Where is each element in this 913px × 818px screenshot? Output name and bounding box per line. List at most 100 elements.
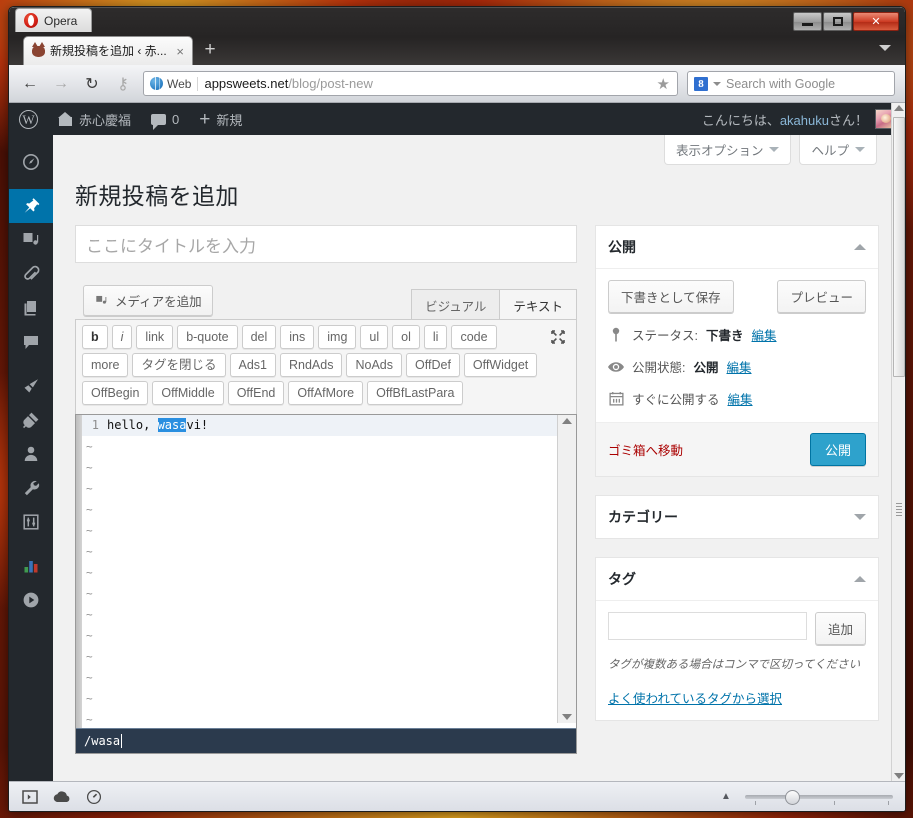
- qt-button-b[interactable]: b: [82, 325, 108, 349]
- sidebar-item-comments[interactable]: [9, 325, 53, 359]
- add-tag-button[interactable]: 追加: [815, 612, 866, 645]
- web-badge[interactable]: Web: [150, 77, 198, 91]
- sidebar-item-users[interactable]: [9, 437, 53, 471]
- qt-button-b-quote[interactable]: b-quote: [177, 325, 237, 349]
- scroll-down-icon[interactable]: [562, 714, 572, 720]
- publish-button[interactable]: 公開: [810, 433, 866, 466]
- qt-button-offmiddle[interactable]: OffMiddle: [152, 381, 223, 405]
- scrollbar-thumb[interactable]: [893, 117, 905, 377]
- sidebar-item-dashboard[interactable]: [9, 145, 53, 179]
- tab-text[interactable]: テキスト: [499, 289, 577, 323]
- qt-button-close-tags[interactable]: タグを閉じる: [132, 353, 225, 377]
- maximize-button[interactable]: [823, 12, 852, 31]
- collapse-icon[interactable]: ▲: [717, 788, 735, 806]
- chevron-up-icon[interactable]: [854, 576, 866, 582]
- help-button[interactable]: ヘルプ: [799, 135, 877, 165]
- sidebar-item-tools[interactable]: [9, 471, 53, 505]
- qt-button-ul[interactable]: ul: [360, 325, 388, 349]
- qt-button-offend[interactable]: OffEnd: [228, 381, 285, 405]
- sidebar-item-plugins[interactable]: [9, 403, 53, 437]
- qt-button-offbegin[interactable]: OffBegin: [82, 381, 148, 405]
- sidebar-item-player[interactable]: [9, 583, 53, 617]
- editor-mode-tabs: ビジュアル テキスト: [412, 289, 577, 323]
- qt-button-i[interactable]: i: [112, 325, 133, 349]
- wasavi-text-area[interactable]: 1 hello, wasavi! ~ ~ ~ ~ ~ ~ ~ ~ ~: [82, 415, 557, 723]
- zoom-slider-thumb[interactable]: [785, 790, 800, 805]
- qt-button-offbflastpara[interactable]: OffBfLastPara: [367, 381, 463, 405]
- sidebar-item-posts[interactable]: [9, 189, 53, 223]
- sidebar-item-pages[interactable]: [9, 291, 53, 325]
- reload-icon[interactable]: ↻: [81, 73, 103, 95]
- new-content-menu[interactable]: + 新規: [189, 103, 252, 135]
- scroll-down-icon[interactable]: [894, 773, 904, 779]
- close-button[interactable]: ✕: [853, 12, 899, 31]
- cloud-icon[interactable]: [53, 788, 71, 806]
- panel-toggle-icon[interactable]: [21, 788, 39, 806]
- new-tag-input[interactable]: [608, 612, 807, 640]
- qt-button-code[interactable]: code: [451, 325, 496, 349]
- move-to-trash-link[interactable]: ゴミ箱へ移動: [608, 440, 683, 459]
- bookmark-star-icon[interactable]: ★: [654, 75, 673, 93]
- qt-button-ads1[interactable]: Ads1: [230, 353, 277, 377]
- qt-button-del[interactable]: del: [242, 325, 277, 349]
- address-bar[interactable]: Web appsweets.net/blog/post-new ★: [143, 71, 678, 96]
- publish-box-header[interactable]: 公開: [596, 226, 878, 269]
- qt-button-ins[interactable]: ins: [280, 325, 314, 349]
- post-title-input[interactable]: ここにタイトルを入力: [75, 225, 577, 263]
- tab-list-dropdown-icon[interactable]: [879, 45, 891, 51]
- tag-cloud-link[interactable]: よく使われているタグから選択: [608, 688, 782, 707]
- sidebar-item-settings[interactable]: [9, 505, 53, 539]
- qt-button-more[interactable]: more: [82, 353, 128, 377]
- forward-icon[interactable]: →: [50, 73, 72, 95]
- visibility-edit-link[interactable]: 編集: [727, 357, 752, 376]
- sidebar-item-media[interactable]: [9, 223, 53, 257]
- tab-visual[interactable]: ビジュアル: [411, 289, 500, 323]
- categories-box-header[interactable]: カテゴリー: [596, 496, 878, 538]
- preview-button[interactable]: プレビュー: [777, 280, 866, 313]
- back-icon[interactable]: ←: [19, 73, 41, 95]
- key-icon[interactable]: ⚷: [112, 73, 134, 95]
- qt-button-rndads[interactable]: RndAds: [280, 353, 342, 377]
- qt-button-ol[interactable]: ol: [392, 325, 420, 349]
- search-input[interactable]: Search with Google: [726, 77, 835, 91]
- sidebar-item-appearance[interactable]: [9, 369, 53, 403]
- zoom-slider[interactable]: [745, 790, 893, 804]
- save-draft-button[interactable]: 下書きとして保存: [608, 280, 734, 313]
- sidebar-item-stats[interactable]: [9, 549, 53, 583]
- page-scrollbar[interactable]: [891, 103, 905, 781]
- sidebar-item-links[interactable]: [9, 257, 53, 291]
- account-menu[interactable]: こんにちは、akahukuさん！: [702, 109, 905, 129]
- add-media-button[interactable]: メディアを追加: [83, 285, 213, 316]
- qt-button-link[interactable]: link: [136, 325, 173, 349]
- minimize-button[interactable]: [793, 12, 822, 31]
- opera-menu-button[interactable]: Opera: [15, 8, 92, 32]
- scroll-up-icon[interactable]: [894, 105, 904, 111]
- speed-dial-icon[interactable]: [85, 788, 103, 806]
- chevron-up-icon[interactable]: [854, 244, 866, 250]
- chevron-down-icon[interactable]: [854, 514, 866, 520]
- schedule-edit-link[interactable]: 編集: [728, 389, 753, 408]
- browser-tab-active[interactable]: 新規投稿を追加 ‹ 赤... ×: [23, 36, 193, 65]
- fullscreen-icon[interactable]: [550, 329, 566, 345]
- search-bar[interactable]: 8 Search with Google: [687, 71, 895, 96]
- new-tab-button[interactable]: +: [201, 42, 219, 60]
- tab-close-icon[interactable]: ×: [174, 44, 186, 59]
- tags-box-header[interactable]: タグ: [596, 558, 878, 601]
- qt-button-noads[interactable]: NoAds: [346, 353, 402, 377]
- wp-logo-menu[interactable]: W: [9, 103, 48, 135]
- visibility-value: 公開: [693, 357, 718, 376]
- status-edit-link[interactable]: 編集: [752, 325, 777, 344]
- scroll-up-icon[interactable]: [562, 418, 572, 424]
- search-engine-dropdown-icon[interactable]: [713, 82, 721, 86]
- qt-button-img[interactable]: img: [318, 325, 356, 349]
- comments-menu[interactable]: 0: [141, 103, 189, 135]
- qt-button-offafmore[interactable]: OffAfMore: [288, 381, 363, 405]
- wasavi-status-line[interactable]: /wasa: [76, 728, 576, 753]
- wasavi-scrollbar[interactable]: [557, 415, 576, 723]
- qt-button-offwidget[interactable]: OffWidget: [464, 353, 537, 377]
- site-name-menu[interactable]: 赤心慶福: [48, 103, 141, 135]
- qt-button-offdef[interactable]: OffDef: [406, 353, 460, 377]
- qt-button-li[interactable]: li: [424, 325, 448, 349]
- screen-options-button[interactable]: 表示オプション: [664, 135, 792, 165]
- wasavi-editor[interactable]: 1 hello, wasavi! ~ ~ ~ ~ ~ ~ ~ ~ ~: [75, 414, 577, 754]
